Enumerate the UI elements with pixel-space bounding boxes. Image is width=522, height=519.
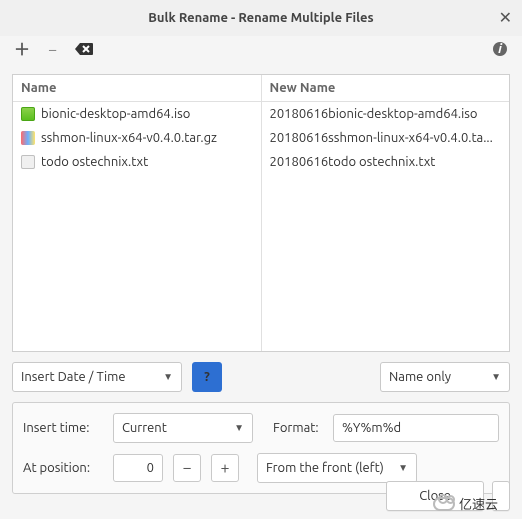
chevron-down-icon: ▼: [234, 422, 244, 434]
archive-icon: [21, 131, 35, 145]
position-label: At position:: [23, 461, 103, 475]
list-item[interactable]: bionic-desktop-amd64.iso: [13, 102, 261, 126]
column-header-newname[interactable]: New Name: [262, 75, 510, 102]
position-increment[interactable]: +: [211, 454, 239, 482]
chevron-down-icon: ▼: [398, 462, 408, 474]
position-decrement[interactable]: −: [173, 454, 201, 482]
remove-file-button[interactable]: −: [48, 42, 57, 58]
info-icon[interactable]: i: [492, 41, 508, 60]
window-title: Bulk Rename - Rename Multiple Files: [148, 11, 373, 25]
clear-list-button[interactable]: [75, 42, 93, 58]
insert-time-label: Insert time:: [23, 421, 103, 435]
operation-mode-select[interactable]: Insert Date / Time ▼: [12, 362, 182, 392]
list-item[interactable]: sshmon-linux-x64-v0.4.0.tar.gz: [13, 126, 261, 150]
format-label: Format:: [273, 421, 323, 435]
list-item[interactable]: 20180616sshmon-linux-x64-v0.4.0.ta...: [262, 126, 510, 150]
column-header-name[interactable]: Name: [13, 75, 261, 102]
from-direction-select[interactable]: From the front (left) ▼: [257, 453, 417, 483]
help-button[interactable]: ?: [192, 362, 222, 392]
disc-icon: [21, 107, 35, 121]
list-item[interactable]: 20180616todo ostechnix.txt: [262, 150, 510, 174]
close-icon[interactable]: ✕: [499, 8, 512, 27]
list-item[interactable]: 20180616bionic-desktop-amd64.iso: [262, 102, 510, 126]
close-button[interactable]: Close: [386, 481, 484, 511]
format-input[interactable]: %Y%m%d: [333, 414, 499, 442]
chevron-down-icon: ▼: [163, 371, 173, 383]
text-file-icon: [21, 155, 35, 169]
insert-time-select[interactable]: Current ▼: [113, 413, 253, 443]
position-input[interactable]: [113, 454, 163, 482]
file-list: Name bionic-desktop-amd64.iso sshmon-lin…: [12, 74, 510, 352]
apply-to-select[interactable]: Name only ▼: [380, 362, 510, 392]
add-file-button[interactable]: ＋: [14, 42, 30, 58]
list-item[interactable]: todo ostechnix.txt: [13, 150, 261, 174]
apply-button[interactable]: [492, 481, 510, 511]
chevron-down-icon: ▼: [491, 371, 501, 383]
